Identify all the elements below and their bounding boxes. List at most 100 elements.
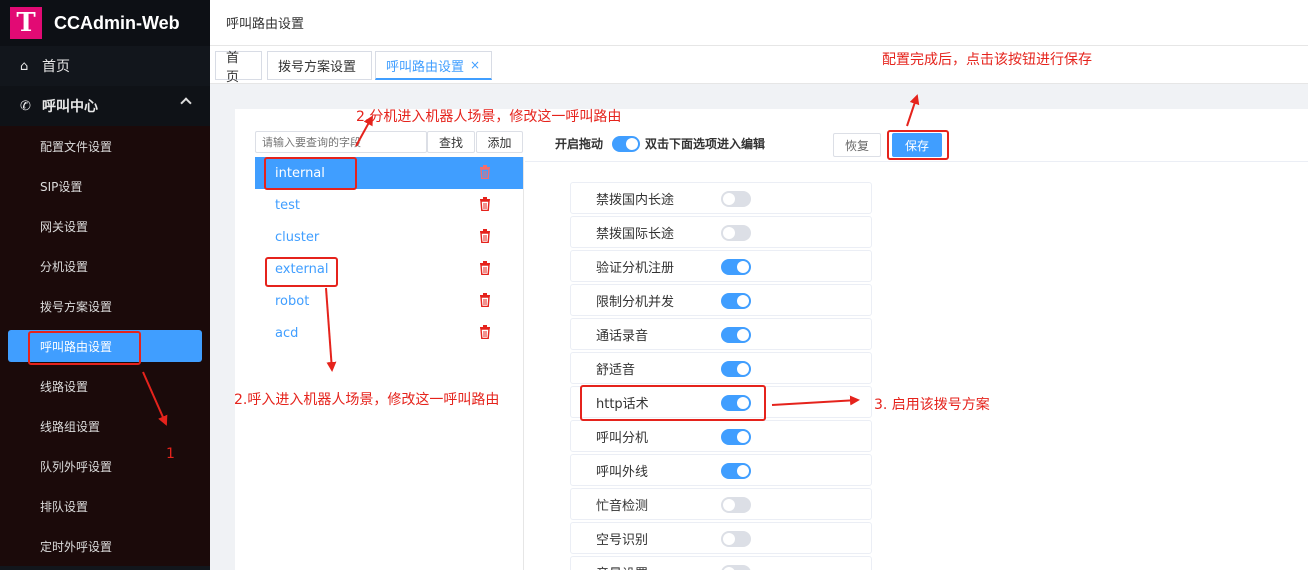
option-label: 音量设置 bbox=[596, 563, 648, 570]
sidebar-item-label: 网关设置 bbox=[40, 219, 89, 234]
sidebar-item-2[interactable]: 网关设置 bbox=[0, 206, 210, 246]
annotation-text-2-bottom: 2.呼入进入机器人场景，修改这一呼叫路由 bbox=[234, 392, 500, 408]
option-label: 禁拨国内长途 bbox=[596, 192, 675, 208]
annotation-text-3: 3. 启用该拨号方案 bbox=[874, 397, 990, 413]
option-item[interactable]: 呼叫外线 bbox=[570, 454, 872, 486]
option-toggle[interactable] bbox=[721, 225, 751, 241]
sidebar-item-label: 排队设置 bbox=[40, 499, 89, 514]
trash-icon[interactable] bbox=[479, 165, 491, 179]
drag-label: 开启拖动 bbox=[555, 137, 604, 151]
sidebar-item-3[interactable]: 分机设置 bbox=[0, 246, 210, 286]
option-toggle[interactable] bbox=[721, 497, 751, 513]
sidebar-item-8[interactable]: 队列外呼设置 bbox=[0, 446, 210, 486]
trash-icon[interactable] bbox=[479, 197, 491, 211]
option-toggle[interactable] bbox=[721, 565, 751, 570]
sidebar-group-label: 呼叫中心 bbox=[42, 99, 98, 115]
search-input[interactable] bbox=[255, 131, 427, 153]
sidebar-item-6[interactable]: 线路设置 bbox=[0, 366, 210, 406]
trash-icon[interactable] bbox=[479, 293, 491, 307]
route-item[interactable]: robot bbox=[255, 285, 523, 317]
sidebar-item-1[interactable]: SIP设置 bbox=[0, 166, 210, 206]
sidebar-item-7[interactable]: 线路组设置 bbox=[0, 406, 210, 446]
add-button[interactable]: 添加 bbox=[476, 131, 523, 153]
annotation-box-sidebar bbox=[28, 331, 141, 365]
option-toggle[interactable] bbox=[721, 429, 751, 445]
route-name: robot bbox=[275, 293, 310, 309]
sidebar-item-label: 分机设置 bbox=[40, 259, 89, 274]
sidebar-item-label: 线路设置 bbox=[40, 379, 89, 394]
route-name: acd bbox=[275, 325, 299, 341]
option-item[interactable]: 通话录音 bbox=[570, 318, 872, 350]
option-toggle[interactable] bbox=[721, 191, 751, 207]
trash-icon[interactable] bbox=[479, 261, 491, 275]
search-button[interactable]: 查找 bbox=[427, 131, 475, 153]
drag-toggle[interactable] bbox=[612, 136, 640, 152]
page-title: 呼叫路由设置 bbox=[226, 17, 305, 32]
sidebar-item-label: 首页 bbox=[42, 59, 70, 75]
restore-button[interactable]: 恢复 bbox=[833, 133, 881, 157]
option-label: 通话录音 bbox=[596, 328, 649, 344]
sidebar-item-0[interactable]: 配置文件设置 bbox=[0, 126, 210, 166]
home-icon: ⌂ bbox=[20, 58, 29, 74]
tab-callroute[interactable]: 呼叫路由设置 × bbox=[375, 51, 492, 80]
option-toggle[interactable] bbox=[721, 531, 751, 547]
option-toggle[interactable] bbox=[721, 327, 751, 343]
route-item[interactable]: acd bbox=[255, 317, 523, 349]
sidebar-item-home[interactable]: ⌂ 首页 bbox=[0, 46, 210, 86]
drag-hint: 双击下面选项进入编辑 bbox=[645, 137, 766, 151]
sidebar-item-label: 拨号方案设置 bbox=[40, 299, 113, 314]
sidebar-item-label: 队列外呼设置 bbox=[40, 459, 113, 474]
option-item[interactable]: 呼叫分机 bbox=[570, 420, 872, 452]
route-name: test bbox=[275, 197, 300, 213]
sidebar-item-9[interactable]: 排队设置 bbox=[0, 486, 210, 526]
option-item[interactable]: 禁拨国内长途 bbox=[570, 182, 872, 214]
sidebar-item-label: 线路组设置 bbox=[40, 419, 101, 434]
option-label: 禁拨国际长途 bbox=[596, 226, 675, 242]
option-item[interactable]: 限制分机并发 bbox=[570, 284, 872, 316]
option-item[interactable]: 舒适音 bbox=[570, 352, 872, 384]
annotation-text-2-top: 2.分机进入机器人场景，修改这一呼叫路由 bbox=[356, 109, 622, 125]
option-item[interactable]: 忙音检测 bbox=[570, 488, 872, 520]
tab-label: 呼叫路由设置 bbox=[386, 59, 465, 75]
annotation-box-internal bbox=[264, 157, 357, 190]
close-icon[interactable]: × bbox=[470, 58, 480, 72]
brand-logo: T bbox=[10, 7, 42, 39]
sidebar-item-label: SIP设置 bbox=[40, 179, 83, 194]
divider bbox=[525, 161, 1308, 162]
main-panel: 查找 添加 internaltestclusterexternalrobotac… bbox=[235, 109, 1308, 570]
sidebar-item-label: 配置文件设置 bbox=[40, 139, 113, 154]
sidebar-item-10[interactable]: 定时外呼设置 bbox=[0, 526, 210, 566]
phone-icon: ✆ bbox=[20, 98, 31, 114]
option-item[interactable]: 禁拨国际长途 bbox=[570, 216, 872, 248]
trash-icon[interactable] bbox=[479, 325, 491, 339]
sidebar-group-callcenter[interactable]: ✆ 呼叫中心 bbox=[0, 86, 210, 126]
brand-header: T CCAdmin-Web bbox=[0, 0, 210, 46]
sidebar: T CCAdmin-Web ⌂ 首页 ✆ 呼叫中心 配置文件设置 SIP设置网关设… bbox=[0, 0, 210, 570]
option-label: 呼叫外线 bbox=[596, 464, 649, 480]
route-item[interactable]: test bbox=[255, 189, 523, 221]
option-label: 验证分机注册 bbox=[596, 260, 675, 276]
option-label: 舒适音 bbox=[596, 362, 636, 378]
trash-icon[interactable] bbox=[479, 229, 491, 243]
annotation-text-save: 配置完成后，点击该按钮进行保存 bbox=[882, 52, 1092, 68]
tab-label: 首页 bbox=[226, 50, 240, 85]
chevron-up-icon bbox=[180, 97, 192, 109]
option-toggle[interactable] bbox=[721, 259, 751, 275]
option-label: 呼叫分机 bbox=[596, 430, 649, 446]
route-list: internal test cluster external robot acd bbox=[255, 157, 524, 570]
option-toggle[interactable] bbox=[721, 361, 751, 377]
option-item[interactable]: 验证分机注册 bbox=[570, 250, 872, 282]
option-item[interactable]: 音量设置 bbox=[570, 556, 872, 570]
route-name: cluster bbox=[275, 229, 320, 245]
option-toggle[interactable] bbox=[721, 293, 751, 309]
annotation-box-http bbox=[580, 385, 766, 421]
route-item[interactable]: cluster bbox=[255, 221, 523, 253]
annotation-box-external bbox=[265, 257, 338, 287]
option-toggle[interactable] bbox=[721, 463, 751, 479]
tab-dialplan[interactable]: 拨号方案设置 bbox=[267, 51, 372, 80]
tab-home[interactable]: 首页 bbox=[215, 51, 262, 85]
annotation-box-save bbox=[887, 130, 949, 160]
annotation-text-1: 1 bbox=[166, 446, 175, 462]
option-item[interactable]: 空号识别 bbox=[570, 522, 872, 554]
sidebar-item-4[interactable]: 拨号方案设置 bbox=[0, 286, 210, 326]
